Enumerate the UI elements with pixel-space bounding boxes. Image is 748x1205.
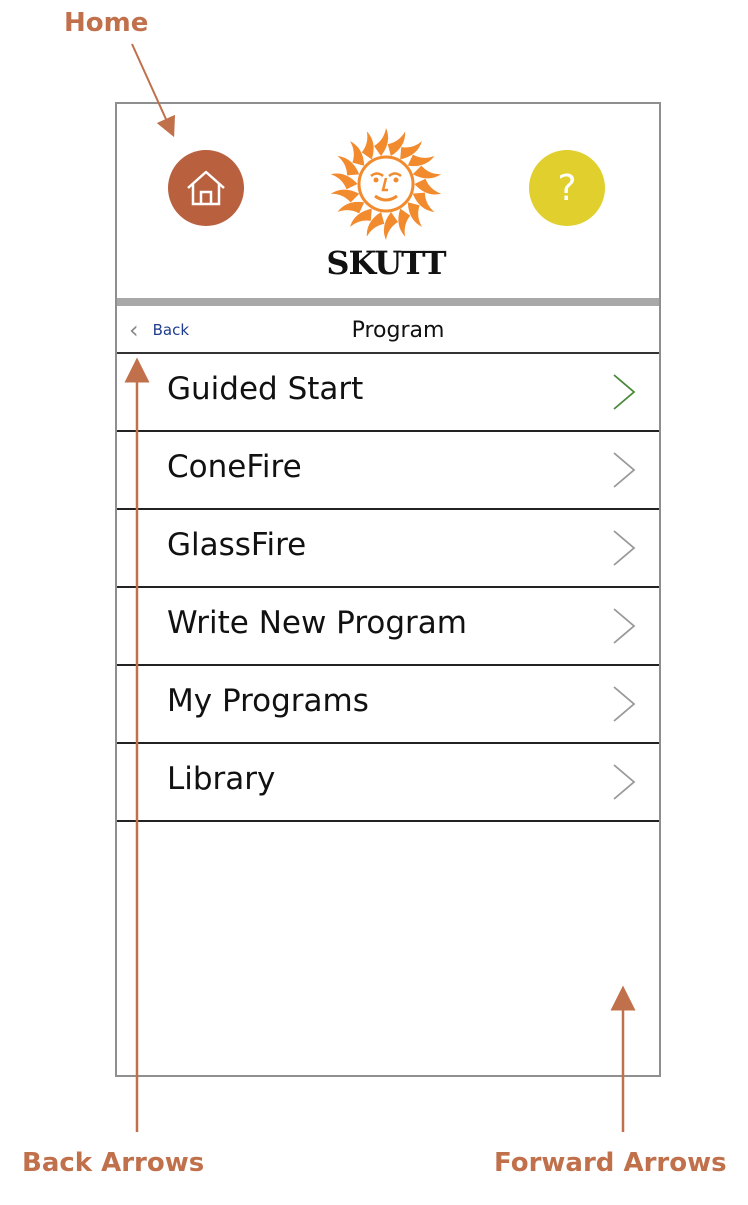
chevron-right-icon [613, 608, 636, 644]
menu-item-guided-start[interactable]: Guided Start [117, 354, 659, 432]
sun-ray [383, 212, 398, 240]
sun-ray [374, 128, 389, 156]
chevron-right-icon [613, 452, 636, 488]
program-menu: Guided Start ConeFire GlassFire Write Ne… [117, 354, 659, 822]
sun-ray [414, 178, 442, 195]
menu-item-write-new-program[interactable]: Write New Program [117, 588, 659, 666]
menu-item-conefire[interactable]: ConeFire [117, 432, 659, 510]
menu-item-label: Write New Program [167, 605, 467, 641]
menu-item-label: Guided Start [167, 371, 364, 407]
menu-item-my-programs[interactable]: My Programs [117, 666, 659, 744]
back-arrows-annotation-label: Back Arrows [22, 1148, 205, 1178]
app-header: SKUTT ? [117, 104, 659, 298]
home-button[interactable] [168, 150, 244, 226]
page-title: Program [351, 318, 445, 343]
menu-item-label: GlassFire [167, 527, 307, 563]
menu-item-label: ConeFire [167, 449, 302, 485]
chevron-right-icon [613, 530, 636, 566]
skutt-logo: SKUTT [323, 126, 449, 286]
forward-arrows-annotation-label: Forward Arrows [494, 1148, 727, 1178]
house-icon [187, 170, 225, 206]
phone-screen: SKUTT ? ‹ Back Program Guided Start Cone… [115, 102, 661, 1077]
question-icon: ? [557, 167, 577, 209]
header-divider [117, 298, 659, 306]
logo-wordmark: SKUTT [326, 244, 446, 282]
chevron-right-icon [613, 764, 636, 800]
menu-item-label: My Programs [167, 683, 369, 719]
help-button[interactable]: ? [529, 150, 605, 226]
sun-logo-icon [330, 128, 442, 240]
menu-item-library[interactable]: Library [117, 744, 659, 822]
home-annotation-label: Home [64, 8, 149, 38]
menu-item-label: Library [167, 761, 276, 797]
chevron-right-icon [613, 686, 636, 722]
menu-item-glassfire[interactable]: GlassFire [117, 510, 659, 588]
chevron-right-icon [613, 374, 636, 410]
nav-bar: ‹ Back Program [117, 306, 659, 354]
sun-ray [330, 173, 358, 190]
